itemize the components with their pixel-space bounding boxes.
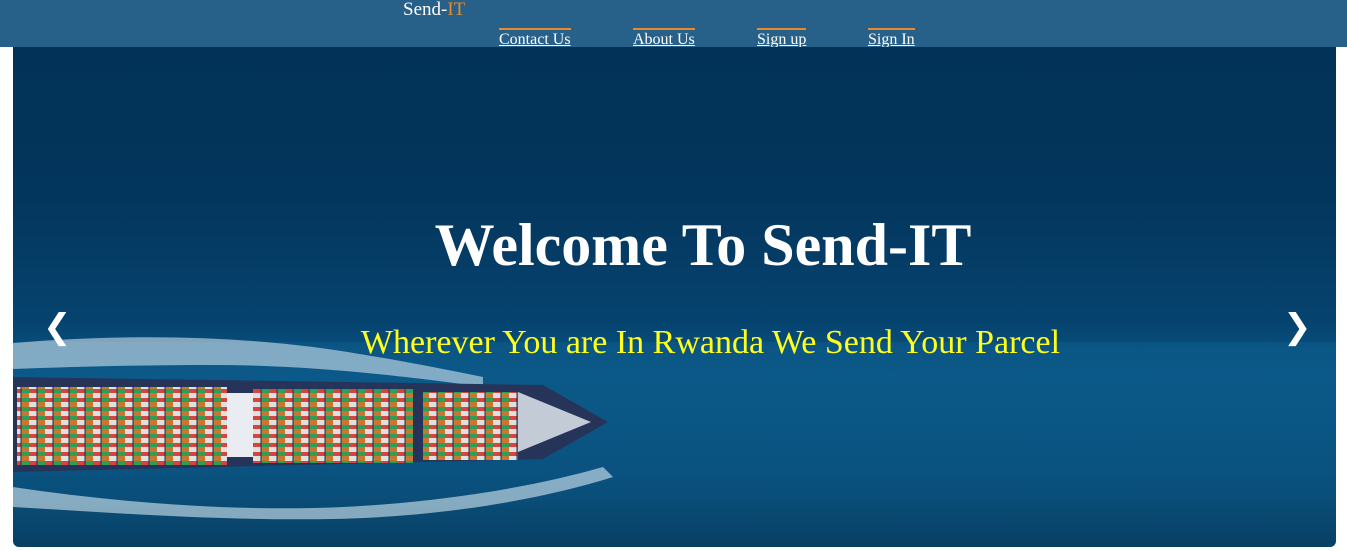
carousel-prev-icon[interactable]: ❮ (43, 307, 72, 347)
brand-name: Send- (403, 0, 448, 20)
nav-sign-in[interactable]: Sign In (868, 28, 915, 48)
nav-about-us[interactable]: About Us (633, 28, 695, 48)
top-navbar: Send-IT Contact Us About Us Sign up Sign… (0, 0, 1347, 48)
nav-sign-up[interactable]: Sign up (757, 28, 807, 48)
hero-subtitle: Wherever You are In Rwanda We Send Your … (360, 324, 1061, 361)
brand-accent: IT (447, 0, 466, 20)
hero-title: Welcome To Send-IT (434, 212, 972, 278)
nav-contact-us[interactable]: Contact Us (499, 28, 571, 48)
cargo-ship-image (13, 337, 1336, 520)
hero-carousel: Welcome To Send-IT Wherever You are In R… (13, 47, 1336, 547)
brand-logo[interactable]: Send-IT (403, 0, 465, 21)
carousel-next-icon[interactable]: ❯ (1283, 307, 1312, 347)
